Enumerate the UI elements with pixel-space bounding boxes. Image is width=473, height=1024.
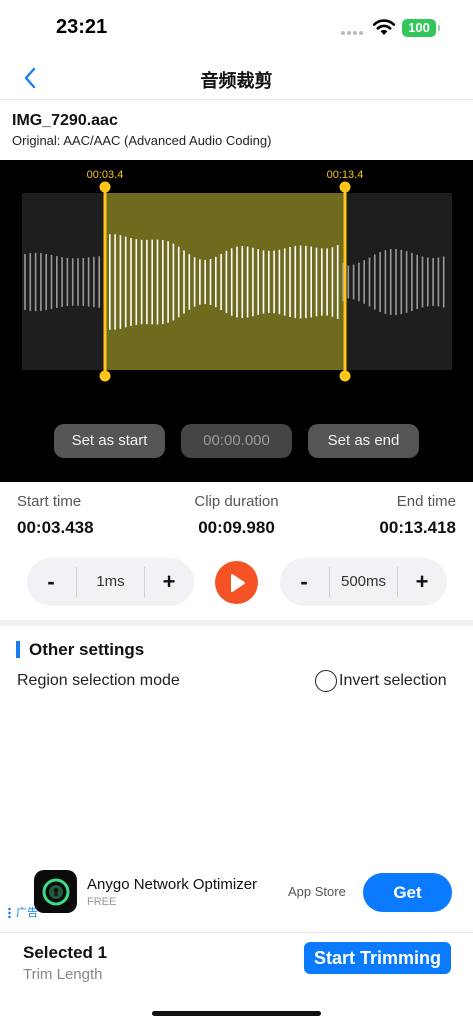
set-start-button[interactable]: Set as start [54,424,165,458]
home-indicator [152,1011,321,1016]
start-decrement-button[interactable]: - [27,558,75,606]
start-marker-label: 00:03.4 [87,169,124,181]
battery-icon: 100 [402,19,440,37]
status-time: 23:21 [56,16,108,38]
ad-app-name: Anygo Network Optimizer [87,876,258,893]
page-title: 音频裁剪 [200,71,273,91]
play-button[interactable] [215,561,258,604]
ad-app-icon[interactable] [34,870,77,913]
section-divider [0,620,473,626]
time-summary: Start time 00:03.438 Clip duration 00:09… [0,482,473,544]
unselected-region-left [22,193,105,370]
end-time-label: End time [396,493,456,510]
lock-icon [42,878,69,905]
ad-badge: 广告 [8,904,38,920]
status-bar: 23:21 100 [0,0,473,56]
invert-selection-toggle[interactable]: Invert selection [315,670,447,692]
file-format: Original: AAC/AAC (Advanced Audio Coding… [12,133,272,148]
ad-app-price: FREE [87,896,117,908]
end-increment-button[interactable]: + [398,558,446,606]
nav-bar: 音频裁剪 [0,56,473,100]
end-marker-label: 00:13.4 [327,169,364,181]
bottom-bar: Selected 1 Trim Length Start Trimming [0,932,473,1024]
start-time-stepper: - 1ms + [27,558,194,606]
settings-title: Other settings [29,640,145,659]
start-step-size[interactable]: 1ms [77,558,144,606]
playhead-time-display: 00:00.000 [181,424,292,458]
unselected-region-right [345,193,452,370]
waveform-editor: 00:03.4 00:13.4 Set as start 00:00.000 S… [0,160,473,482]
wifi-icon [372,19,396,35]
end-handle-bottom-knob[interactable] [339,370,351,382]
end-decrement-button[interactable]: - [280,558,328,606]
end-handle-top-knob[interactable] [339,181,351,193]
file-name: IMG_7290.aac [12,112,118,129]
selected-count: Selected 1 [23,943,108,962]
end-time-value: 00:13.418 [379,518,456,537]
ad-store-label: App Store [288,884,346,899]
ad-get-button[interactable]: Get [363,873,452,912]
ad-banner[interactable]: 广告 Anygo Network Optimizer FREE App Stor… [0,862,473,932]
end-step-size[interactable]: 500ms [330,558,397,606]
ad-badge-label: 广告 [16,907,38,919]
radio-icon[interactable] [315,670,337,692]
more-icon [8,906,11,918]
start-trimming-button[interactable]: Start Trimming [304,942,451,974]
trim-length-label: Trim Length [23,966,103,983]
set-end-button[interactable]: Set as end [308,424,419,458]
region-selection-mode-label: Region selection mode [17,672,180,689]
start-handle-bottom-knob[interactable] [99,370,111,382]
play-icon [230,573,245,592]
section-accent-bar [16,641,20,658]
end-time-stepper: - 500ms + [280,558,447,606]
file-info: IMG_7290.aac Original: AAC/AAC (Advanced… [0,101,473,159]
invert-selection-label: Invert selection [339,672,447,689]
signal-icon [341,31,365,35]
start-increment-button[interactable]: + [145,558,193,606]
start-handle-top-knob[interactable] [99,181,111,193]
